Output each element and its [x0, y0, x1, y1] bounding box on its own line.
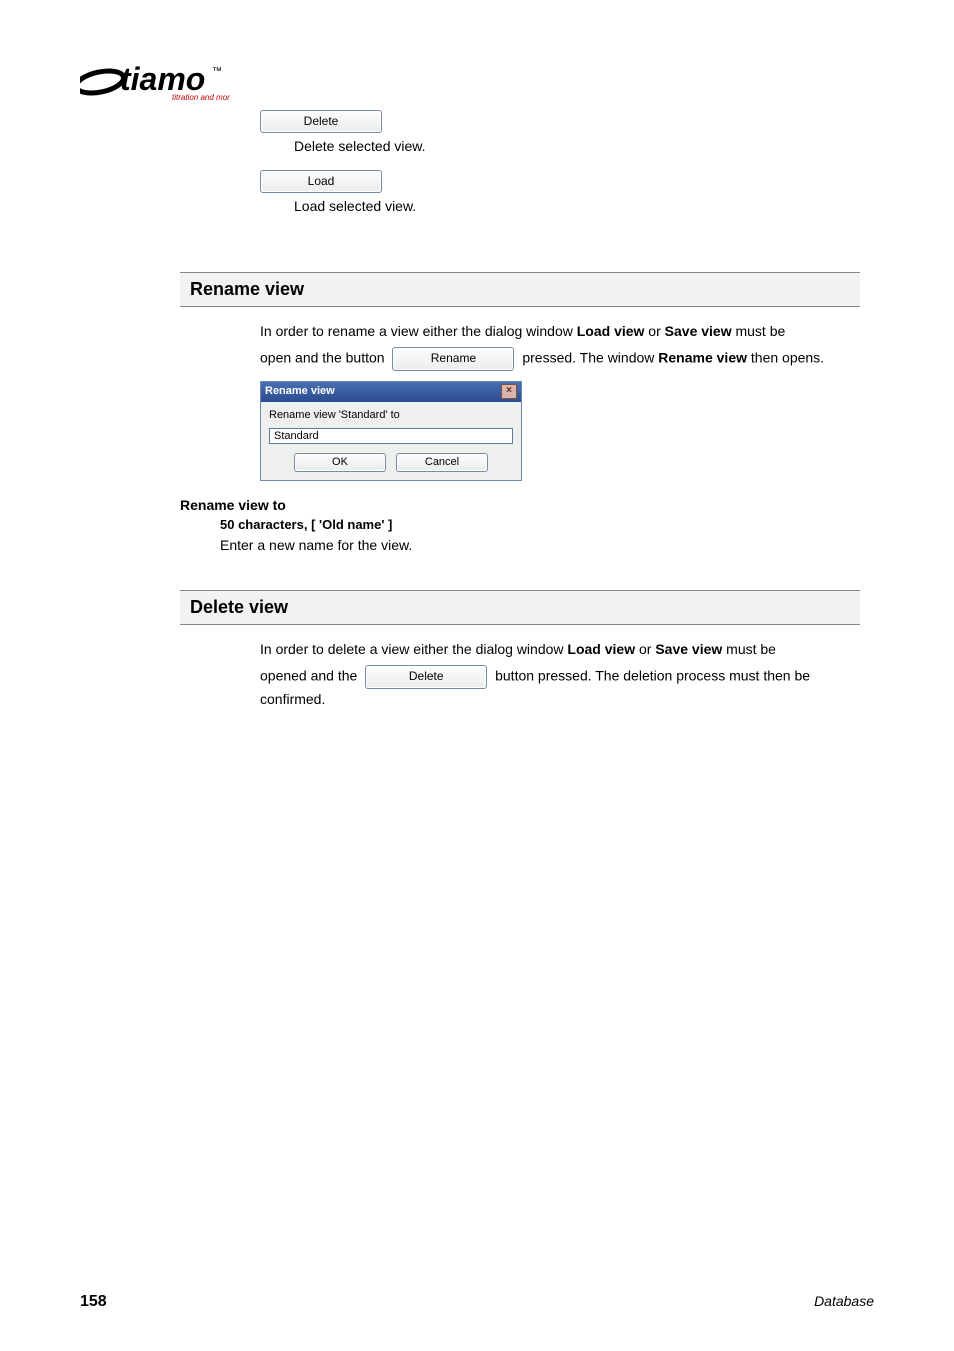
- text: In order to rename a view either the dia…: [260, 323, 577, 339]
- close-icon[interactable]: ×: [501, 384, 517, 399]
- bold-load-view: Load view: [577, 323, 645, 339]
- text: then opens.: [747, 350, 824, 366]
- param-title: Rename view to: [180, 495, 860, 515]
- dialog-label: Rename view 'Standard' to: [269, 408, 513, 424]
- footer-label: Database: [814, 1293, 874, 1311]
- param-sub: 50 characters, [ 'Old name' ]: [220, 516, 860, 535]
- dialog-titlebar: Rename view ×: [261, 382, 521, 402]
- bold-rename-view: Rename view: [658, 350, 747, 366]
- rename-button[interactable]: Rename: [392, 347, 514, 370]
- text: In order to delete a view either the dia…: [260, 641, 567, 657]
- load-description: Load selected view.: [294, 197, 860, 217]
- svg-text:titration and more: titration and more: [172, 93, 230, 102]
- delete-view-section: Delete view In order to delete a view ei…: [180, 590, 860, 709]
- rename-heading: Rename view: [190, 279, 304, 299]
- rename-param: Rename view to 50 characters, [ 'Old nam…: [180, 495, 860, 554]
- load-button[interactable]: Load: [260, 170, 382, 193]
- param-desc: Enter a new name for the view.: [220, 535, 860, 555]
- text: or: [635, 641, 655, 657]
- delete-button-inline[interactable]: Delete: [365, 665, 487, 688]
- svg-text:™: ™: [212, 66, 222, 77]
- delete-button[interactable]: Delete: [260, 110, 382, 133]
- svg-text:tiamo: tiamo: [120, 61, 205, 97]
- delete-heading: Delete view: [190, 597, 288, 617]
- dialog-title: Rename view: [265, 384, 335, 400]
- logo: tiamo ™ titration and more: [80, 60, 230, 106]
- rename-dialog: Rename view × Rename view 'Standard' to …: [260, 381, 522, 482]
- rename-paragraph-2: open and the button Rename pressed. The …: [260, 347, 860, 370]
- cancel-button[interactable]: Cancel: [396, 453, 488, 473]
- delete-heading-bar: Delete view: [180, 590, 860, 625]
- bold-save-view: Save view: [655, 641, 722, 657]
- text: pressed. The window: [518, 350, 658, 366]
- footer: 158 Database: [80, 1293, 874, 1311]
- ok-button[interactable]: OK: [294, 453, 386, 473]
- rename-paragraph: In order to rename a view either the dia…: [260, 321, 860, 341]
- logo-graphic: tiamo ™ titration and more: [80, 60, 230, 106]
- page-number: 158: [80, 1293, 107, 1311]
- rename-view-section: Rename view In order to rename a view ei…: [180, 272, 860, 555]
- bold-save-view: Save view: [665, 323, 732, 339]
- delete-paragraph-2: opened and the Delete button pressed. Th…: [260, 665, 860, 709]
- rename-input[interactable]: [269, 428, 513, 444]
- top-content: Delete Delete selected view. Load Load s…: [260, 110, 860, 231]
- delete-paragraph: In order to delete a view either the dia…: [260, 639, 860, 659]
- text: opened and the: [260, 668, 361, 684]
- rename-heading-bar: Rename view: [180, 272, 860, 307]
- text: or: [644, 323, 664, 339]
- text: must be: [732, 323, 786, 339]
- delete-description: Delete selected view.: [294, 137, 860, 157]
- text: must be: [722, 641, 776, 657]
- text: open and the button: [260, 350, 388, 366]
- bold-load-view: Load view: [567, 641, 635, 657]
